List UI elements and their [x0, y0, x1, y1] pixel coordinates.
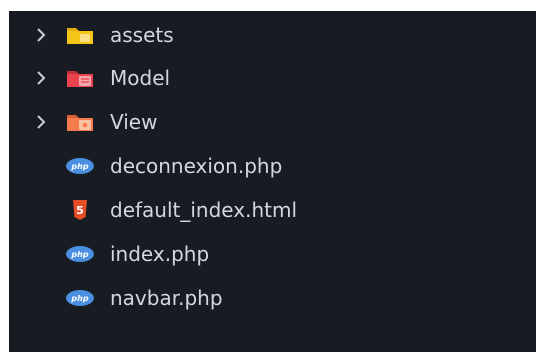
folder-assets-icon — [67, 28, 93, 44]
tree-item-deconnexion-php[interactable]: php deconnexion.php — [9, 145, 536, 187]
php-icon: php — [66, 246, 94, 262]
svg-text:php: php — [70, 250, 88, 259]
chevron-right-icon[interactable] — [35, 26, 47, 44]
svg-text:php: php — [70, 294, 88, 303]
tree-item-label: navbar.php — [110, 286, 223, 310]
tree-item-view[interactable]: View — [9, 101, 536, 143]
tree-item-navbar-php[interactable]: php navbar.php — [9, 277, 536, 319]
tree-item-label: index.php — [110, 242, 210, 266]
tree-item-label: assets — [110, 23, 174, 47]
tree-item-model[interactable]: Model — [9, 57, 536, 99]
svg-text:php: php — [70, 162, 88, 171]
folder-view-icon — [67, 115, 93, 131]
php-icon: php — [66, 290, 94, 306]
tree-item-label: View — [110, 110, 158, 134]
html5-icon: 5 — [73, 200, 87, 220]
chevron-right-icon[interactable] — [35, 113, 47, 131]
file-explorer-panel: assets Model View php deconnexion.php 5 … — [9, 11, 536, 352]
folder-model-icon — [67, 71, 93, 87]
tree-item-label: deconnexion.php — [110, 154, 283, 178]
chevron-right-icon[interactable] — [35, 69, 47, 87]
svg-text:5: 5 — [76, 204, 84, 217]
tree-item-label: Model — [110, 66, 171, 90]
tree-item-default-index-html[interactable]: 5 default_index.html — [9, 189, 536, 231]
tree-item-assets[interactable]: assets — [9, 14, 536, 56]
tree-item-label: default_index.html — [110, 198, 298, 222]
tree-item-index-php[interactable]: php index.php — [9, 233, 536, 275]
php-icon: php — [66, 158, 94, 174]
